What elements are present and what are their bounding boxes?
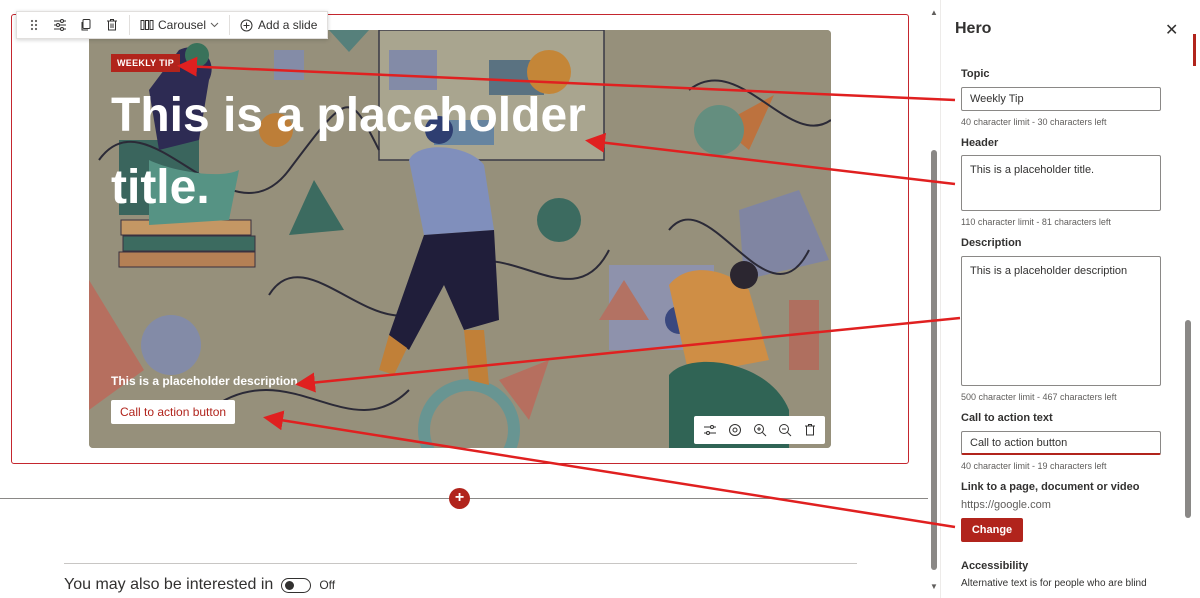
delete-image-icon[interactable] bbox=[797, 417, 822, 443]
cta-input[interactable] bbox=[961, 431, 1161, 455]
topic-badge: WEEKLY TIP bbox=[111, 54, 181, 72]
description-textarea[interactable]: This is a placeholder description bbox=[961, 256, 1161, 386]
topic-helper: 40 character limit - 30 characters left bbox=[961, 117, 1107, 127]
zoom-out-icon[interactable] bbox=[772, 417, 797, 443]
topic-input[interactable] bbox=[961, 87, 1161, 111]
cta-label: Call to action text bbox=[961, 412, 1053, 424]
carousel-icon bbox=[140, 20, 154, 30]
hero-slide[interactable]: WEEKLY TIP This is a placeholder title. … bbox=[89, 30, 831, 448]
page-canvas: Carousel Add a slide WEEKLY TIP This is … bbox=[0, 0, 928, 598]
change-link-button[interactable]: Change bbox=[961, 518, 1023, 542]
add-slide-label: Add a slide bbox=[258, 18, 318, 32]
canvas-scroll-thumb[interactable] bbox=[931, 150, 937, 570]
interested-row: You may also be interested in Off bbox=[64, 576, 335, 594]
link-value: https://google.com bbox=[961, 499, 1051, 511]
interested-label: You may also be interested in bbox=[64, 576, 274, 593]
call-to-action-button[interactable]: Call to action button bbox=[111, 400, 236, 424]
scroll-up-icon[interactable]: ▲ bbox=[930, 8, 938, 17]
drag-handle-icon[interactable] bbox=[21, 12, 47, 38]
cta-helper: 40 character limit - 19 characters left bbox=[961, 461, 1107, 471]
hero-description: This is a placeholder description bbox=[111, 374, 298, 388]
accessibility-text: Alternative text is for people who are b… bbox=[961, 578, 1147, 589]
delete-icon[interactable] bbox=[99, 12, 125, 38]
webpart-toolbar: Carousel Add a slide bbox=[16, 11, 329, 39]
description-label: Description bbox=[961, 237, 1022, 249]
image-toolbar bbox=[694, 416, 825, 444]
duplicate-icon[interactable] bbox=[73, 12, 99, 38]
toggle-state-label: Off bbox=[319, 578, 336, 592]
accessibility-label: Accessibility bbox=[961, 560, 1029, 572]
topic-label: Topic bbox=[961, 68, 990, 80]
scroll-down-icon[interactable]: ▼ bbox=[930, 582, 938, 591]
add-section-button[interactable]: + bbox=[449, 488, 470, 509]
layout-dropdown-label: Carousel bbox=[158, 18, 207, 32]
zoom-in-icon[interactable] bbox=[747, 417, 772, 443]
link-label: Link to a page, document or video bbox=[961, 481, 1140, 493]
description-helper: 500 character limit - 467 characters lef… bbox=[961, 392, 1117, 402]
property-pane-title: Hero bbox=[955, 20, 992, 37]
header-helper: 110 character limit - 81 characters left bbox=[961, 217, 1111, 227]
canvas-scrollbar[interactable]: ▲ ▼ bbox=[928, 0, 940, 598]
pane-accent-bar bbox=[1193, 34, 1196, 66]
add-circle-icon bbox=[240, 19, 253, 31]
chevron-down-icon bbox=[210, 22, 219, 28]
property-pane-scrollbar[interactable] bbox=[1183, 0, 1193, 598]
toolbar-divider bbox=[229, 15, 231, 35]
property-pane: Hero ✕ Topic 40 character limit - 30 cha… bbox=[940, 0, 1200, 598]
focal-point-icon[interactable] bbox=[722, 417, 747, 443]
content-divider bbox=[64, 563, 857, 564]
close-icon[interactable]: ✕ bbox=[1165, 20, 1178, 40]
interested-toggle[interactable] bbox=[281, 577, 312, 593]
header-label: Header bbox=[961, 137, 999, 149]
toggle-knob bbox=[285, 580, 295, 590]
edit-properties-icon[interactable] bbox=[47, 12, 73, 38]
layout-dropdown[interactable]: Carousel bbox=[134, 12, 225, 38]
hero-title: This is a placeholder title. bbox=[111, 89, 586, 214]
add-slide-button[interactable]: Add a slide bbox=[234, 12, 323, 38]
header-textarea[interactable]: This is a placeholder title. bbox=[961, 155, 1161, 211]
pane-scroll-thumb[interactable] bbox=[1185, 320, 1191, 518]
toolbar-divider bbox=[129, 15, 130, 35]
image-adjust-icon[interactable] bbox=[697, 417, 722, 443]
